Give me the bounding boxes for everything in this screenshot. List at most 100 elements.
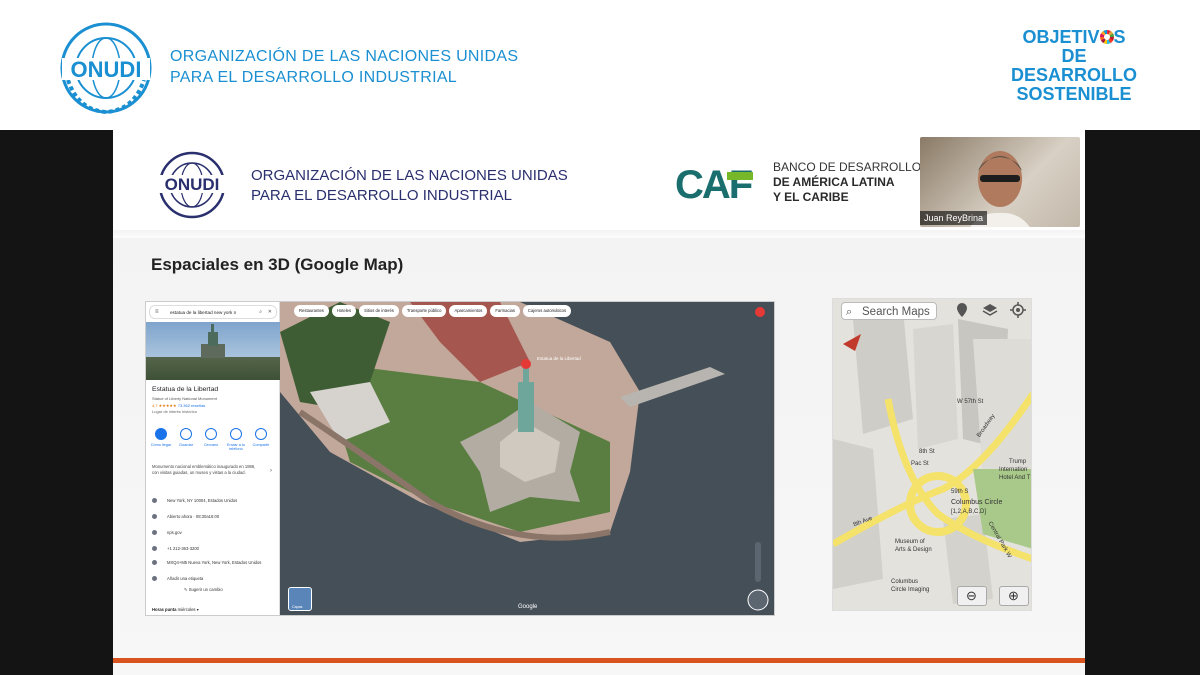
bookmark-icon <box>180 428 192 440</box>
chip-parking[interactable]: Aparcamientos <box>449 305 488 317</box>
participant-name: Juan ReyBrina <box>920 211 988 225</box>
top-banner: ONUDI ORGANIZACIÓN DE LAS NACIONES UNIDA… <box>0 0 1200 130</box>
hours-row[interactable]: Abierto ahora · 08:30a16:00 <box>152 514 219 520</box>
website-row[interactable]: nps.gov <box>152 530 182 536</box>
zoom-out-icon: ⊖ <box>966 588 977 603</box>
chip-restaurants[interactable]: Restaurantes <box>294 305 329 317</box>
ods-line3: SOSTENIBLE <box>1016 84 1132 104</box>
zoom-in-button[interactable]: ⊕ <box>999 586 1029 606</box>
maps-search-input[interactable]: ≡ estatua de la libertad new york n ⌕ ✕ <box>149 305 277 319</box>
place-subtitle: Statue of Liberty National Monument <box>152 396 217 401</box>
label-59th-st: 59th S <box>951 489 969 495</box>
chip-attractions[interactable]: Sitios de interés <box>359 305 399 317</box>
phone-icon <box>152 546 157 552</box>
ods-logo: OBJETIV S DE DESARROLLO SOSTENIBLE <box>1004 28 1144 104</box>
clock-icon <box>152 514 157 520</box>
search-icon[interactable]: ⌕ <box>259 309 262 315</box>
slide-onudi-logo-text: ONUDI <box>165 175 220 194</box>
phone-icon <box>230 428 242 440</box>
nearby-button[interactable]: Cercano <box>200 428 222 447</box>
label-museum-2: Arts & Design <box>895 547 932 553</box>
ods-line1-b: S <box>1113 27 1126 47</box>
sdg-wheel-icon <box>1099 30 1114 44</box>
layers-icon[interactable] <box>981 301 999 319</box>
place-type: Lugar de interés histórico <box>152 409 197 414</box>
label-columbus-imaging-1: Columbus <box>891 579 919 585</box>
add-label-row[interactable]: Añadir una etiqueta <box>152 576 203 582</box>
chip-transit[interactable]: Transporte público <box>401 305 447 317</box>
place-name: Estatua de la Libertad <box>152 386 219 393</box>
satellite-3d-view[interactable]: Estatua de la Libertad <box>280 302 774 615</box>
pin-icon[interactable] <box>953 301 971 319</box>
close-icon[interactable]: ✕ <box>268 309 272 315</box>
layers-button[interactable]: Capas <box>288 587 312 611</box>
caf-line1: BANCO DE DESARROLLO <box>773 160 922 174</box>
org-name-line1: ORGANIZACIÓN DE LAS NACIONES UNIDAS <box>170 48 519 65</box>
address-row[interactable]: New York, NY 10004, Estados Unidos <box>152 498 237 504</box>
directions-icon <box>155 428 167 440</box>
chip-atms[interactable]: Cajeros automáticos <box>522 305 572 317</box>
phone-row[interactable]: +1 212-363-3200 <box>152 546 199 552</box>
chip-hotels[interactable]: Hoteles <box>331 305 357 317</box>
send-to-phone-button[interactable]: Enviar a tu teléfono <box>225 428 247 451</box>
search-maps-input[interactable]: ⌕ Search Maps <box>841 302 937 320</box>
slide-org-name: ORGANIZACIÓN DE LAS NACIONES UNIDAS PARA… <box>251 166 568 206</box>
place-photo[interactable] <box>146 322 280 380</box>
place-rating: 4,7 ★★★★★ 73.362 reseñas <box>152 403 205 408</box>
location-pin-icon <box>152 498 157 504</box>
caf-logo-text: CAF <box>675 164 752 204</box>
popular-day-select[interactable]: miércoles ▾ <box>178 607 199 612</box>
review-count[interactable]: 73.362 reseñas <box>178 403 206 408</box>
label-columbus-imaging-2: Circle Imaging <box>891 587 930 593</box>
label-museum-1: Museum of <box>895 539 925 545</box>
search-icon: ⌕ <box>846 306 853 318</box>
place-panel: ≡ estatua de la libertad new york n ⌕ ✕ … <box>146 302 280 615</box>
category-chips: Restaurantes Hoteles Sitios de interés T… <box>294 305 572 317</box>
nearby-icon <box>205 428 217 440</box>
label-hotel: Hotel And T <box>999 475 1031 481</box>
org-name: ORGANIZACIÓN DE LAS NACIONES UNIDAS PARA… <box>170 46 518 88</box>
plus-code-row[interactable]: MXQ4+M5 Nueva York, New York, Estados Un… <box>152 560 270 566</box>
chip-pharmacies[interactable]: Farmacias <box>490 305 520 317</box>
liberty-island-3d <box>280 302 774 615</box>
locate-icon[interactable] <box>1009 301 1027 319</box>
maps-3d-screenshot: ⌕ Search Maps Pac St 59th S Columbus Cir… <box>832 298 1032 611</box>
label-international: Internation <box>999 467 1028 473</box>
slide-footer-bar <box>113 658 1085 663</box>
org-name-line2: PARA EL DESARROLLO INDUSTRIAL <box>170 69 458 86</box>
label-icon <box>152 576 157 582</box>
slide-org-name-line2: PARA EL DESARROLLO INDUSTRIAL <box>251 187 512 204</box>
suggest-edit-button[interactable]: ✎ Sugerir un cambio <box>184 587 223 592</box>
label-pac-st: Pac St <box>911 461 929 467</box>
ods-line1-a: OBJETIV <box>1022 27 1100 47</box>
chevron-right-icon[interactable]: › <box>270 468 272 474</box>
directions-button[interactable]: Cómo llegar <box>150 428 172 447</box>
ods-line2: DE DESARROLLO <box>1011 46 1137 85</box>
statue-photo <box>201 324 225 358</box>
caf-logo: CAF <box>675 164 754 204</box>
screen: ONUDI ORGANIZACIÓN DE LAS NACIONES UNIDA… <box>0 0 1200 675</box>
rating-value: 4,7 ★★★★★ <box>152 403 177 408</box>
slide-org-name-line1: ORGANIZACIÓN DE LAS NACIONES UNIDAS <box>251 167 568 184</box>
label-trump: Trump <box>1009 459 1027 465</box>
label-columbus-circle: Columbus Circle <box>951 499 1003 506</box>
popular-times: Horas punta miércoles ▾ <box>152 607 199 612</box>
menu-icon[interactable]: ≡ <box>155 309 159 315</box>
save-button[interactable]: Guardar <box>175 428 197 447</box>
google-maps-screenshot: ≡ estatua de la libertad new york n ⌕ ✕ … <box>145 301 775 616</box>
slide-onudi-emblem-icon: ONUDI <box>153 151 231 219</box>
participant-video-tile[interactable]: Juan ReyBrina <box>920 137 1080 227</box>
label-8th-st: 8th St <box>919 449 935 455</box>
zoom-out-button[interactable]: ⊖ <box>957 586 987 606</box>
place-description[interactable]: Monumento nacional emblemático inaugurad… <box>152 464 262 476</box>
label-subway-lines: [1,2,A,B,C,D] <box>951 509 987 515</box>
onudi-emblem-icon: ONUDI <box>60 22 152 115</box>
layers-label: Capas <box>292 605 303 609</box>
caf-name: BANCO DE DESARROLLO DE AMÉRICA LATINA Y … <box>773 160 921 205</box>
city-3d-map <box>833 299 1031 610</box>
search-value: estatua de la libertad new york n <box>170 310 237 315</box>
slide-title: Espaciales en 3D (Google Map) <box>151 255 404 274</box>
map-pin-label[interactable]: Estatua de la Libertad <box>537 356 581 361</box>
label-w-57th: W 57th St <box>957 399 984 405</box>
share-button[interactable]: Compartir <box>250 428 272 447</box>
